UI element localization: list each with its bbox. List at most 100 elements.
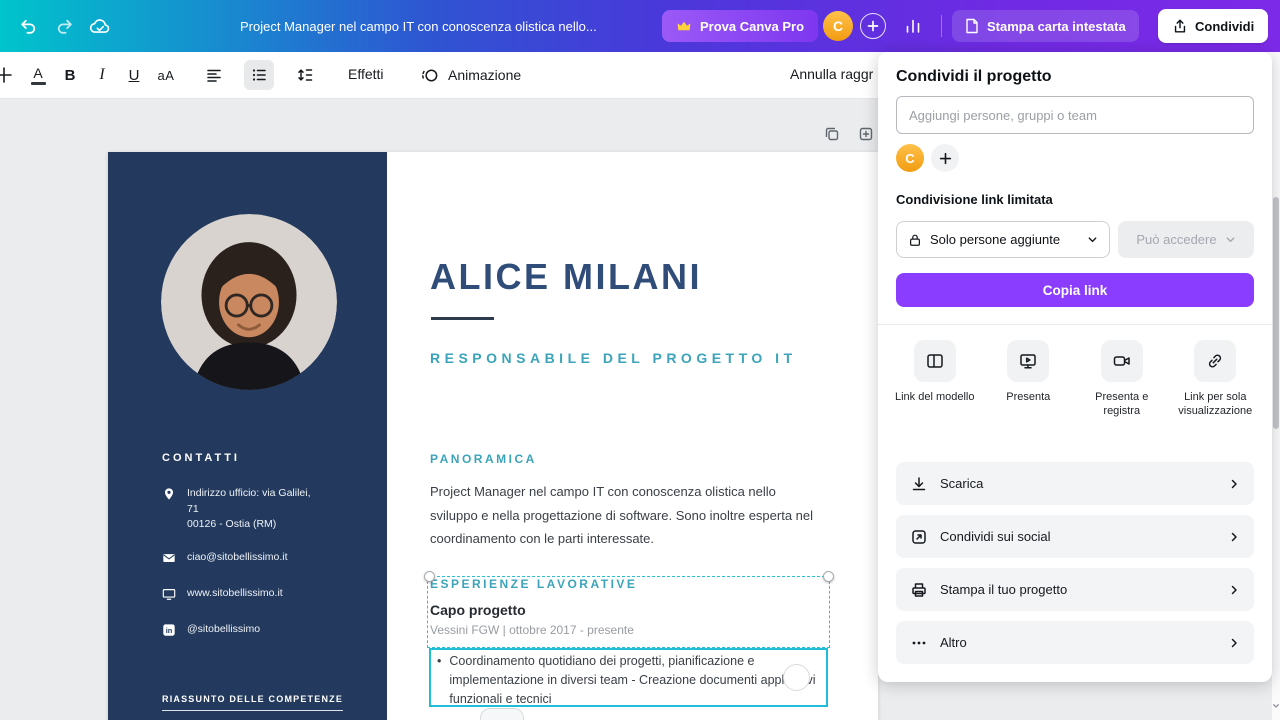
panel-add-person-button[interactable] bbox=[931, 144, 959, 172]
present-record-option[interactable]: Presenta e registra bbox=[1075, 340, 1169, 418]
collapsed-panel-tab[interactable] bbox=[0, 64, 15, 86]
contact-email[interactable]: ciao@sitobellissimo.it bbox=[162, 550, 347, 566]
resume-role-textbox[interactable]: RESPONSABILE DEL PROGETTO IT bbox=[430, 350, 797, 366]
canva-pro-label: Prova Canva Pro bbox=[700, 19, 804, 34]
contact-website[interactable]: www.sitobellissimo.it bbox=[162, 586, 347, 602]
copy-link-button[interactable]: Copia link bbox=[896, 273, 1254, 307]
duplicate-page-button[interactable] bbox=[823, 125, 841, 143]
link-sharing-label: Condivisione link limitata bbox=[896, 192, 1053, 207]
access-scope-dropdown[interactable]: Solo persone aggiunte bbox=[896, 221, 1110, 258]
top-bar: Project Manager nel campo IT con conosce… bbox=[0, 0, 1280, 52]
animate-label: Animazione bbox=[448, 67, 521, 83]
resume-name-textbox[interactable]: ALICE MILANI bbox=[430, 256, 702, 298]
text-color-letter: A bbox=[33, 65, 42, 81]
add-page-button[interactable] bbox=[857, 125, 875, 143]
template-link-option[interactable]: Link del modello bbox=[888, 340, 982, 418]
print-project-row[interactable]: Stampa il tuo progetto bbox=[896, 568, 1254, 611]
download-icon bbox=[910, 475, 928, 493]
effects-button[interactable]: Effetti bbox=[348, 66, 384, 82]
chevron-right-icon bbox=[1228, 637, 1240, 649]
linkedin-icon: in bbox=[162, 623, 176, 637]
present-option[interactable]: Presenta bbox=[982, 340, 1076, 418]
bullet-text: Coordinamento quotidiano dei progetti, p… bbox=[449, 652, 821, 709]
chevron-down-icon bbox=[1087, 234, 1098, 245]
quick-options-row: Link del modello Presenta Presenta e reg… bbox=[888, 340, 1262, 418]
selection-handle-top-right[interactable] bbox=[823, 571, 834, 582]
line-spacing-button[interactable] bbox=[290, 60, 320, 90]
canvas-bottom-pill[interactable] bbox=[480, 708, 524, 720]
avatar-letter: C bbox=[833, 18, 843, 34]
scrollbar-thumb[interactable] bbox=[1273, 197, 1279, 429]
animate-icon bbox=[420, 66, 439, 85]
bold-button[interactable]: B bbox=[55, 60, 85, 90]
panel-divider bbox=[878, 324, 1272, 325]
chevron-right-icon bbox=[1228, 531, 1240, 543]
scrollbar-down-arrow[interactable] bbox=[1272, 700, 1280, 712]
download-row[interactable]: Scarica bbox=[896, 462, 1254, 505]
canva-pro-button[interactable]: Prova Canva Pro bbox=[662, 10, 818, 42]
document-icon bbox=[965, 18, 979, 34]
window-scrollbar[interactable] bbox=[1272, 52, 1280, 720]
underline-button[interactable]: U bbox=[119, 60, 149, 90]
name-underline-rule bbox=[431, 317, 494, 320]
resume-sidebar: CONTATTI Indirizzo ufficio: via Galilei,… bbox=[108, 152, 387, 720]
overview-heading[interactable]: PANORAMICA bbox=[430, 452, 537, 466]
more-row[interactable]: Altro bbox=[896, 621, 1254, 664]
resume-page[interactable]: CONTATTI Indirizzo ufficio: via Galilei,… bbox=[108, 152, 878, 720]
undo-button[interactable] bbox=[14, 12, 42, 40]
add-people-button[interactable] bbox=[860, 13, 886, 39]
panel-plus-icon bbox=[939, 152, 952, 165]
present-record-icon bbox=[1101, 340, 1143, 382]
insights-button[interactable] bbox=[900, 13, 926, 39]
canva-editor-window: Project Manager nel campo IT con conosce… bbox=[0, 0, 1280, 720]
alignment-button[interactable] bbox=[199, 60, 229, 90]
text-case-button[interactable]: aA bbox=[151, 60, 181, 90]
share-panel: Condividi il progetto C Condivisione lin… bbox=[878, 52, 1272, 682]
bullet-list-button[interactable] bbox=[244, 60, 274, 90]
italic-button[interactable]: I bbox=[87, 60, 117, 90]
print-letterhead-label: Stampa carta intestata bbox=[987, 19, 1126, 34]
chevron-right-icon bbox=[1228, 584, 1240, 596]
overview-paragraph[interactable]: Project Manager nel campo IT con conosce… bbox=[430, 480, 818, 551]
panel-avatar-letter: C bbox=[905, 151, 914, 166]
share-social-row[interactable]: Condividi sui social bbox=[896, 515, 1254, 558]
account-avatar[interactable]: C bbox=[823, 11, 853, 41]
topbar-separator bbox=[941, 15, 942, 37]
profile-photo[interactable] bbox=[161, 214, 337, 390]
bar-chart-icon bbox=[904, 17, 922, 35]
view-only-link-option[interactable]: Link per sola visualizzazione bbox=[1169, 340, 1263, 418]
job-title-text[interactable]: Capo progetto bbox=[430, 602, 526, 618]
share-label: Condividi bbox=[1195, 19, 1254, 34]
envelope-icon bbox=[162, 551, 176, 565]
bullet-glyph: • bbox=[437, 652, 441, 709]
monitor-icon bbox=[162, 587, 176, 601]
share-people-input[interactable] bbox=[896, 96, 1254, 134]
text-color-button[interactable]: A bbox=[23, 60, 53, 90]
animate-button[interactable]: Animazione bbox=[420, 60, 521, 90]
add-page-icon bbox=[858, 126, 874, 142]
line-spacing-icon bbox=[296, 66, 314, 84]
experience-heading[interactable]: ESPERIENZE LAVORATIVE bbox=[430, 577, 637, 591]
share-button[interactable]: Condividi bbox=[1158, 9, 1268, 43]
contacts-heading[interactable]: CONTATTI bbox=[162, 452, 240, 464]
skills-heading[interactable]: RIASSUNTO DELLE COMPETENZE bbox=[162, 694, 343, 711]
permission-dropdown[interactable]: Può accedere bbox=[1118, 221, 1254, 258]
template-link-icon bbox=[914, 340, 956, 382]
ungroup-button[interactable]: Annulla raggr bbox=[790, 66, 873, 82]
contact-linkedin[interactable]: in @sitobellissimo bbox=[162, 622, 347, 638]
svg-text:in: in bbox=[166, 626, 173, 635]
job-meta-text[interactable]: Vessini FGW | ottobre 2017 - presente bbox=[430, 623, 634, 637]
job-bullet-textbox[interactable]: • Coordinamento quotidiano dei progetti,… bbox=[437, 652, 821, 709]
help-button[interactable] bbox=[783, 664, 810, 691]
text-color-swatch bbox=[31, 82, 46, 85]
contact-address[interactable]: Indirizzo ufficio: via Galilei, 71 00126… bbox=[162, 486, 347, 533]
panel-avatar[interactable]: C bbox=[896, 144, 924, 172]
print-letterhead-button[interactable]: Stampa carta intestata bbox=[952, 10, 1139, 42]
duplicate-page-icon bbox=[824, 126, 840, 142]
plus-icon bbox=[867, 20, 879, 32]
share-panel-title: Condividi il progetto bbox=[896, 68, 1052, 86]
selection-handle-top-left[interactable] bbox=[424, 571, 435, 582]
lock-icon bbox=[908, 233, 922, 247]
redo-button[interactable] bbox=[50, 12, 78, 40]
document-title[interactable]: Project Manager nel campo IT con conosce… bbox=[240, 19, 597, 34]
